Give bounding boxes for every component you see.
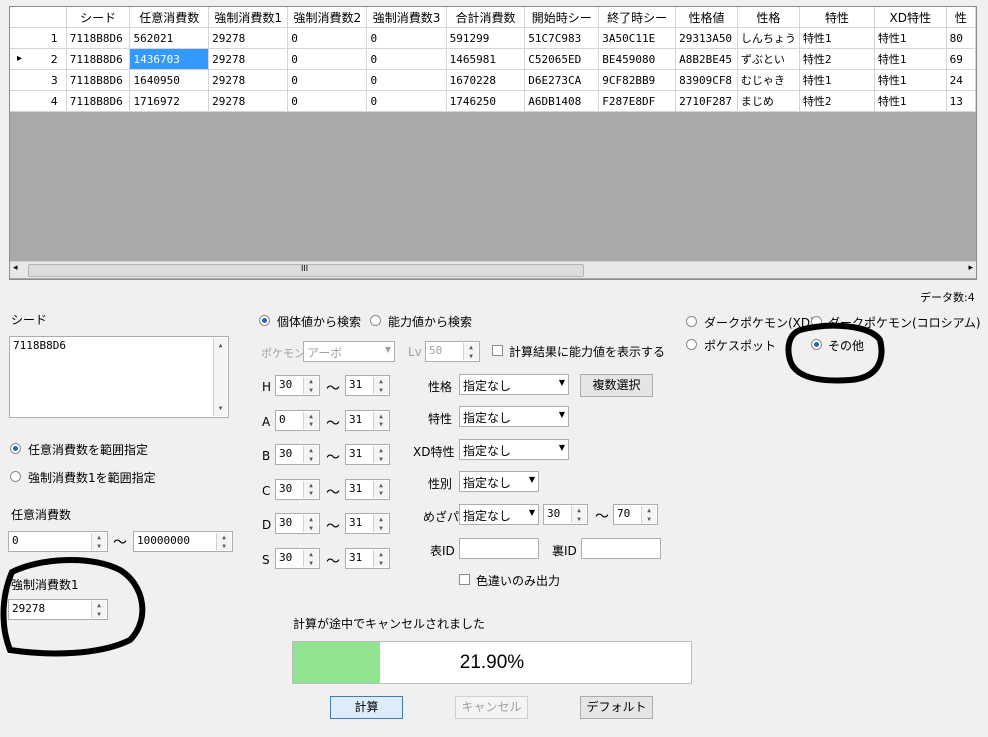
annotation-overlay bbox=[0, 322, 885, 657]
annotation-circle-forced1 bbox=[0, 557, 146, 657]
annotation-circle-other bbox=[785, 322, 885, 384]
